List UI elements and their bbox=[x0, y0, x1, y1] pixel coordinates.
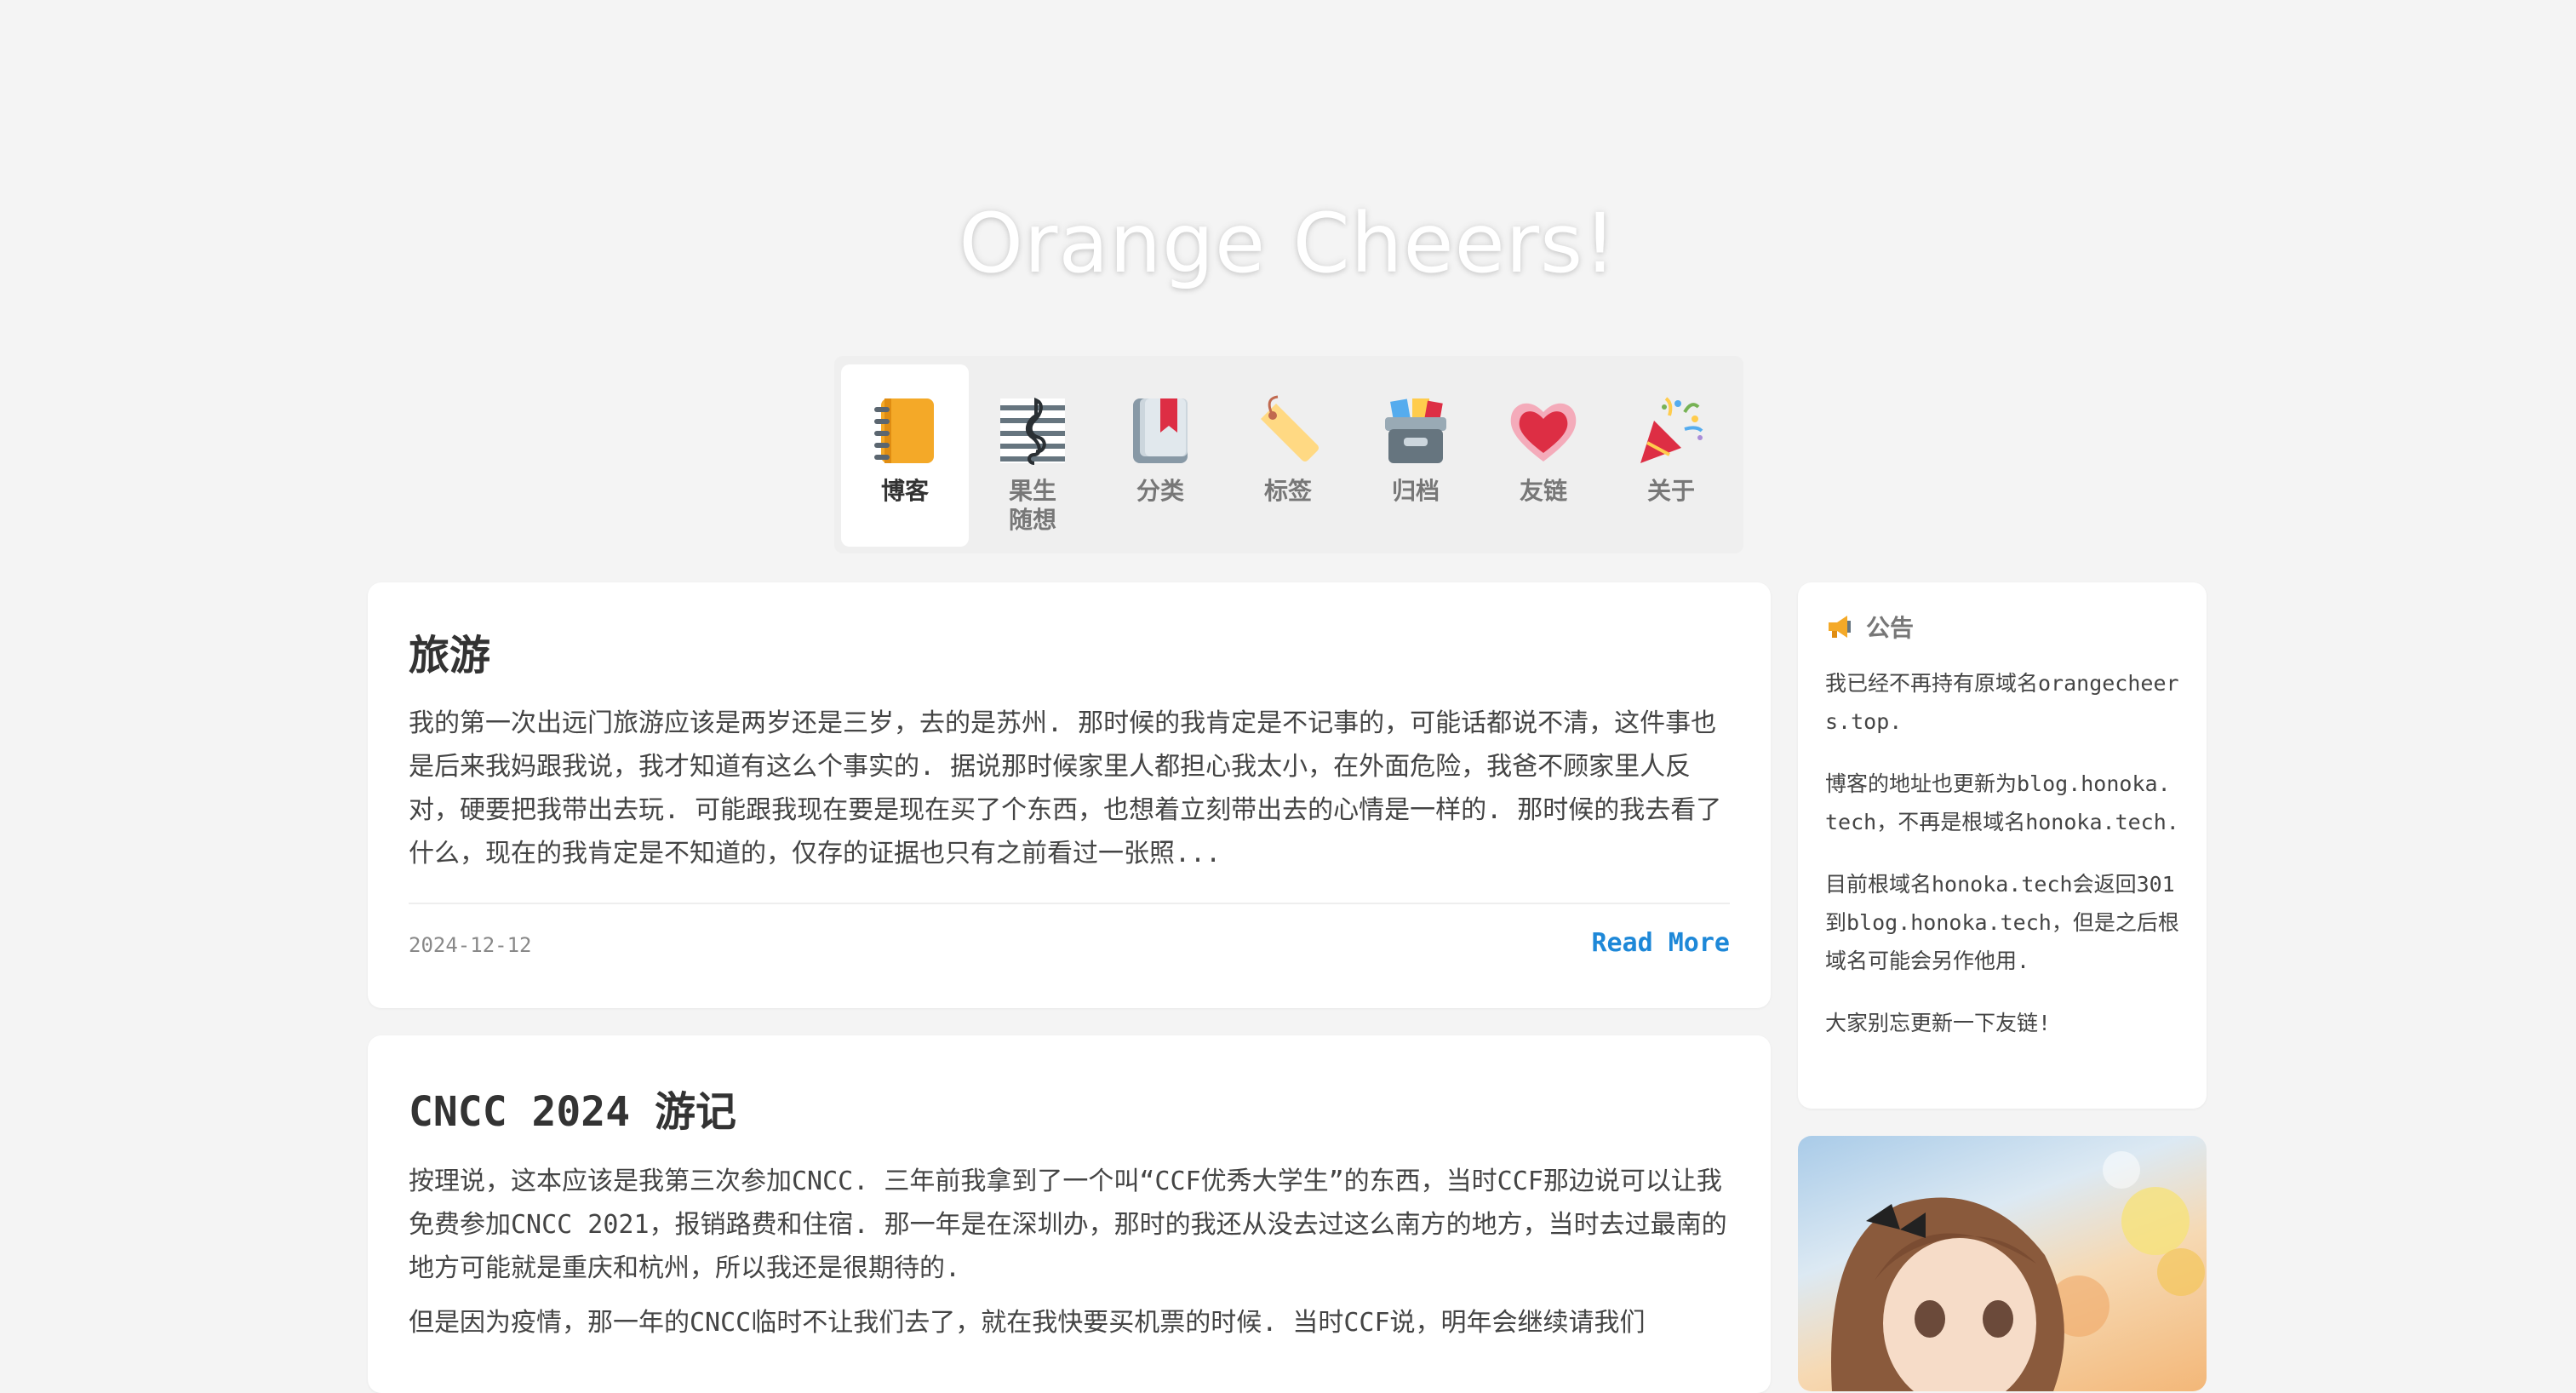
notice-paragraph: 目前根域名honoka.tech会返回301到blog.honoka.tech，… bbox=[1825, 872, 2179, 973]
divider bbox=[409, 903, 1730, 904]
notebook-icon bbox=[874, 398, 934, 463]
nav-item-blog[interactable]: 博客 bbox=[841, 364, 969, 547]
tag-icon bbox=[1261, 395, 1319, 461]
music-score-icon bbox=[1000, 398, 1065, 465]
main-nav: 博客 果生随想 分类 标签 归档 友链 关于 bbox=[834, 356, 1743, 553]
notice-paragraph: 大家别忘更新一下友链! bbox=[1825, 1011, 2052, 1035]
nav-label: 果生随想 bbox=[1008, 477, 1056, 534]
megaphone-icon bbox=[1829, 616, 1851, 638]
post-title[interactable]: CNCC 2024 游记 bbox=[409, 1078, 736, 1138]
nav-item-thoughts[interactable]: 果生随想 bbox=[969, 364, 1096, 547]
nav-item-categories[interactable]: 分类 bbox=[1096, 364, 1224, 547]
post-excerpt: 按理说，这本应该是我第三次参加CNCC. 三年前我拿到了一个叫“CCF优秀大学生… bbox=[409, 1167, 1727, 1283]
notice-paragraph: 我已经不再持有原域名orangecheers.top. bbox=[1825, 671, 2179, 734]
post-date: 2024-12-12 bbox=[409, 933, 532, 957]
nav-label: 关于 bbox=[1646, 477, 1695, 505]
read-more-link[interactable]: Read More bbox=[1591, 928, 1730, 958]
post-excerpt: 但是因为疫情，那一年的CNCC临时不让我们去了，就在我快要买机票的时候. 当时C… bbox=[409, 1308, 1646, 1338]
heart-icon bbox=[1510, 403, 1577, 461]
post-excerpt: 我的第一次出远门旅游应该是两岁还是三岁，去的是苏州. 那时候的我肯定是不记事的，… bbox=[409, 708, 1722, 868]
nav-label: 标签 bbox=[1263, 477, 1312, 505]
notice-paragraph: 博客的地址也更新为blog.honoka.tech，不再是根域名honoka.t… bbox=[1825, 771, 2179, 834]
nav-item-archive[interactable]: 归档 bbox=[1352, 364, 1480, 547]
archive-box-icon bbox=[1385, 398, 1446, 463]
nav-label: 博客 bbox=[880, 477, 929, 505]
nav-item-about[interactable]: 关于 bbox=[1607, 364, 1735, 547]
party-popper-icon bbox=[1640, 397, 1703, 463]
anime-girl-illustration bbox=[1831, 1151, 2205, 1391]
post-card: 旅游 我的第一次出远门旅游应该是两岁还是三岁，去的是苏州. 那时候的我肯定是不记… bbox=[368, 582, 1771, 1008]
notice-body: 我已经不再持有原域名orangecheers.top. 博客的地址也更新为blo… bbox=[1825, 664, 2183, 1066]
post-title[interactable]: 旅游 bbox=[409, 622, 490, 681]
notice-card: 公告 我已经不再持有原域名orangecheers.top. 博客的地址也更新为… bbox=[1798, 582, 2207, 1109]
notice-header: 公告 bbox=[1825, 610, 1914, 644]
book-bookmark-icon bbox=[1133, 398, 1188, 463]
sidebar-illustration bbox=[1798, 1136, 2207, 1391]
notice-title: 公告 bbox=[1866, 614, 1915, 642]
post-card: CNCC 2024 游记 按理说，这本应该是我第三次参加CNCC. 三年前我拿到… bbox=[368, 1035, 1771, 1393]
nav-label: 分类 bbox=[1136, 477, 1184, 505]
nav-label: 友链 bbox=[1519, 477, 1567, 505]
nav-item-friends[interactable]: 友链 bbox=[1480, 364, 1607, 547]
site-title[interactable]: Orange Cheers! bbox=[0, 196, 2576, 291]
nav-item-tags[interactable]: 标签 bbox=[1224, 364, 1352, 547]
nav-label: 归档 bbox=[1391, 477, 1440, 505]
